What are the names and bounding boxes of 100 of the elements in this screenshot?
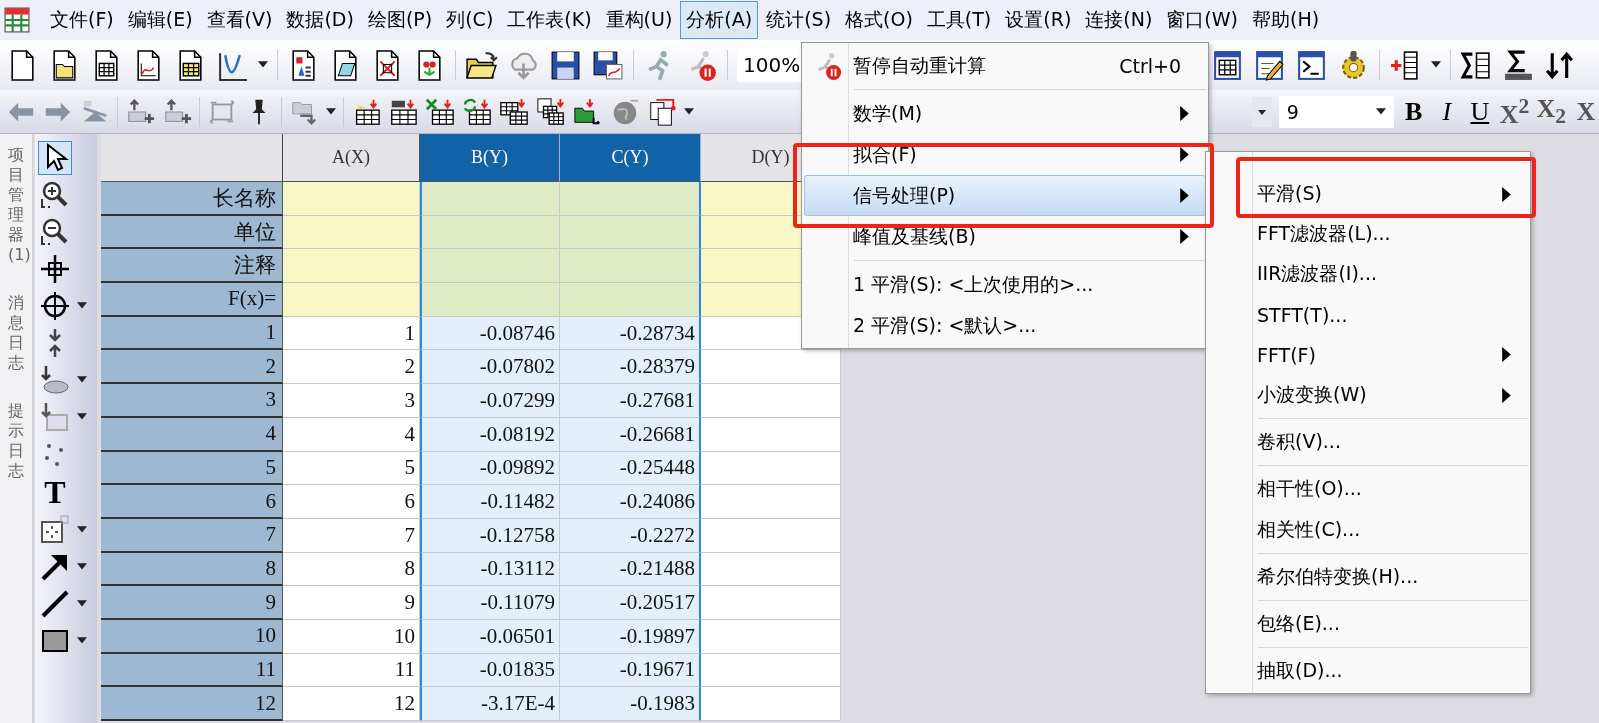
menu-item[interactable]: 小波变换(W) (1208, 374, 1528, 416)
menu-item[interactable]: 工作表(K) (501, 1, 598, 39)
format-button[interactable]: X (1573, 96, 1599, 127)
menu-item[interactable]: 统计(S) (760, 1, 838, 39)
row-header[interactable]: 9 (101, 586, 283, 620)
format-button[interactable]: B (1400, 96, 1427, 127)
side-tab[interactable]: 消息日志 (6, 290, 26, 376)
refresh-table-icon[interactable] (462, 96, 492, 127)
menu-item[interactable]: 文件(F) (44, 1, 120, 39)
format-button[interactable]: X$_{2}$ (1536, 93, 1566, 130)
row-header[interactable]: 5 (101, 451, 283, 486)
menu-item[interactable]: 列(C) (440, 1, 500, 39)
caret-icon[interactable] (1431, 61, 1441, 69)
format-button[interactable]: I (1433, 96, 1460, 127)
menu-item[interactable]: 抽取(D)... (1208, 651, 1528, 692)
column-header[interactable]: C(Y) (560, 134, 701, 182)
pointer-icon[interactable] (39, 142, 71, 174)
row-label[interactable]: 长名称 (101, 182, 283, 216)
table-cell: 1 (283, 316, 420, 351)
menu-item[interactable]: 工具(T) (920, 1, 998, 39)
menu-item[interactable]: 绘图(P) (361, 1, 439, 39)
edit-note-icon[interactable] (1253, 48, 1286, 82)
caret-icon[interactable] (77, 563, 87, 571)
menu-item[interactable]: FFT滤波器(L)... (1208, 214, 1528, 255)
menu-item[interactable]: 平滑(S) (1208, 174, 1528, 215)
row-header[interactable]: 3 (101, 384, 283, 418)
dropdown-button[interactable] (1251, 96, 1272, 127)
row-header[interactable]: 1 (101, 316, 283, 351)
submenu-arrow-icon (1502, 347, 1511, 363)
line-icon[interactable] (39, 588, 71, 620)
table-import-icon[interactable] (499, 96, 529, 127)
picture-tool-icon[interactable] (39, 401, 71, 433)
caret-icon[interactable] (77, 376, 87, 384)
sum-bar-icon[interactable] (1502, 48, 1535, 82)
menu-item[interactable]: 2 平滑(S): <默认>... (804, 305, 1206, 346)
caret-icon[interactable] (77, 302, 87, 310)
row-header[interactable]: 11 (101, 653, 283, 688)
table-cell: 5 (283, 451, 420, 486)
excel-table-icon[interactable] (425, 96, 455, 127)
corner-cell[interactable] (101, 134, 283, 182)
crosshair-icon[interactable] (39, 253, 71, 285)
menu-item[interactable]: 卷积(V)... (1208, 422, 1528, 463)
app-icon[interactable] (4, 7, 30, 33)
copy-tables-icon[interactable] (536, 96, 566, 127)
caret-icon[interactable] (258, 61, 268, 69)
row-header[interactable]: 4 (101, 417, 283, 452)
folder-import-icon[interactable] (573, 96, 603, 127)
save-icon[interactable] (549, 48, 582, 82)
row-header[interactable]: 8 (101, 552, 283, 587)
row-label[interactable]: 注释 (101, 249, 283, 284)
menu-item[interactable]: 分析(A) (680, 1, 759, 39)
save-graph-icon[interactable] (591, 48, 624, 82)
ellipse-icon[interactable] (39, 364, 71, 396)
copy-document-icon[interactable] (647, 96, 677, 127)
menu-item[interactable]: 相关性(C)... (1208, 509, 1528, 550)
target-icon[interactable] (39, 290, 71, 322)
menu-item[interactable]: FFT(F) (1208, 334, 1528, 375)
row-header[interactable]: 7 (101, 518, 283, 553)
text-tool-button[interactable]: T (39, 475, 71, 509)
menu-item[interactable]: 查看(V) (200, 1, 279, 39)
menu-item[interactable]: 格式(O) (839, 1, 919, 39)
column-header[interactable]: A(X) (283, 134, 420, 182)
row-header[interactable]: 6 (101, 485, 283, 519)
format-button[interactable]: X$^{2}$ (1499, 93, 1530, 130)
menu-item[interactable]: 包络(E)... (1208, 603, 1528, 645)
console-icon[interactable] (1295, 48, 1328, 82)
menu-item[interactable]: 数学(M) (804, 93, 1206, 134)
table-icon[interactable] (1211, 48, 1244, 82)
menu-item[interactable]: 数据(D) (280, 1, 360, 39)
row-label[interactable]: F(x)= (101, 283, 283, 317)
menu-item[interactable]: IIR滤波器(I)... (1208, 254, 1528, 295)
menu-item[interactable]: 窗口(W) (1160, 1, 1244, 39)
menu-item[interactable]: 相干性(O)... (1208, 469, 1528, 510)
menu-item[interactable]: 希尔伯特变换(H)... (1208, 556, 1528, 597)
font-size-field[interactable]: 9 (1278, 95, 1394, 128)
caret-icon[interactable] (77, 637, 87, 645)
menu-item[interactable]: 1 平滑(S): <上次使用的>... (804, 264, 1206, 305)
menu-item[interactable]: STFT(T)... (1208, 294, 1528, 335)
submenu-arrow-icon (1180, 147, 1189, 162)
column-header[interactable]: B(Y) (420, 134, 560, 182)
menu-item[interactable]: 帮助(H) (1245, 1, 1326, 39)
caret-icon[interactable] (77, 526, 87, 534)
caret-icon[interactable] (684, 107, 694, 116)
row-header[interactable]: 2 (101, 350, 283, 385)
side-tab[interactable]: 提示日志 (6, 398, 26, 484)
row-header[interactable]: 12 (101, 687, 283, 721)
caret-icon[interactable] (1375, 107, 1386, 116)
row-label[interactable]: 单位 (101, 215, 283, 250)
row-header[interactable]: 10 (101, 619, 283, 654)
menu-item[interactable]: 峰值及基线(B) (804, 216, 1206, 257)
menu-item[interactable]: 编辑(E) (121, 1, 199, 39)
caret-icon[interactable] (77, 600, 87, 608)
format-button[interactable]: U (1466, 96, 1493, 127)
caret-icon[interactable] (77, 413, 87, 421)
menu-item[interactable]: 连接(N) (1079, 1, 1159, 39)
menu-item[interactable]: 重构(U) (599, 1, 679, 39)
menu-item[interactable]: 设置(R) (999, 1, 1078, 39)
menu-item[interactable]: 信号处理(P) (804, 175, 1206, 216)
region-icon[interactable] (39, 514, 71, 546)
caret-icon[interactable] (326, 107, 336, 116)
